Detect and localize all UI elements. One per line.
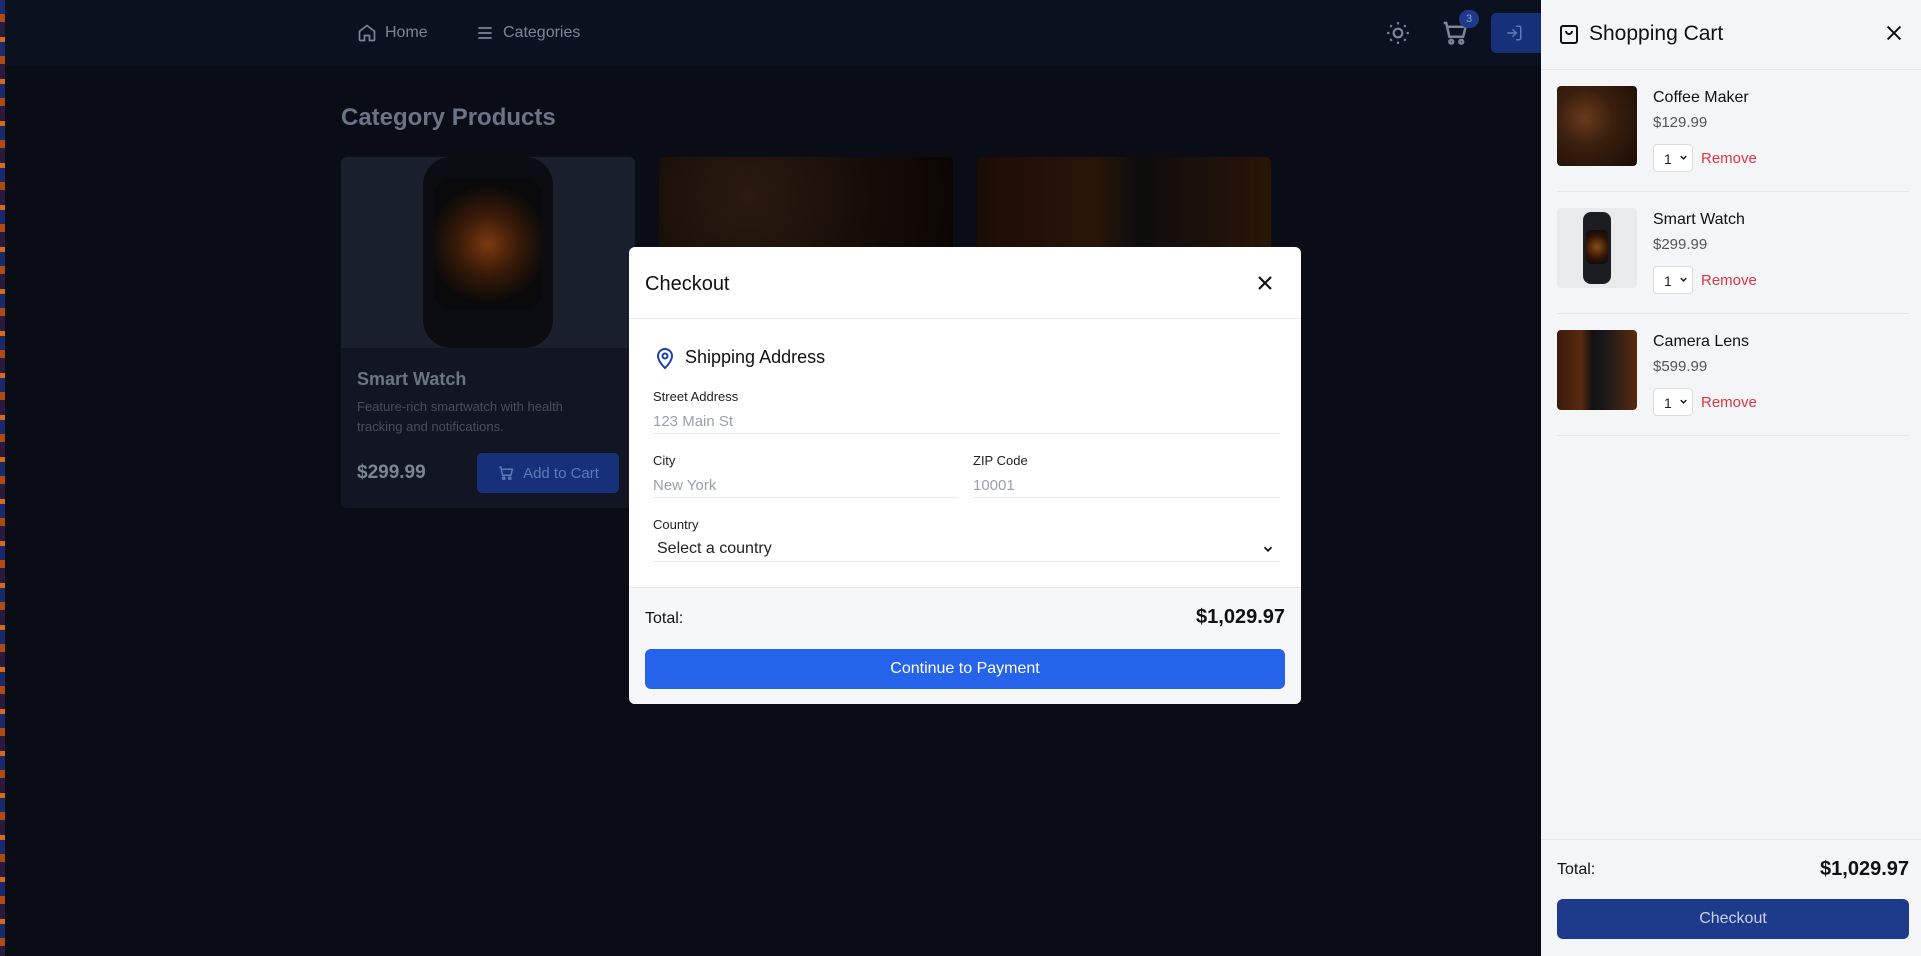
cart-item-image (1557, 86, 1637, 166)
cart-title: Shopping Cart (1589, 22, 1724, 45)
section-title: Shipping Address (685, 347, 826, 367)
shopping-bag-icon (1560, 25, 1578, 44)
product-description: Feature-rich smartwatch with health trac… (357, 399, 563, 434)
cart-item: Coffee Maker $129.99 1 Remove (1557, 70, 1909, 192)
city-label: City (653, 453, 676, 468)
nav-categories-label: Categories (503, 24, 581, 41)
product-name: Smart Watch (357, 369, 467, 389)
quantity-select[interactable]: 1 (1653, 266, 1693, 294)
cart-item-name: Smart Watch (1653, 211, 1745, 228)
continue-to-payment-button[interactable]: Continue to Payment (645, 649, 1285, 689)
sun-icon[interactable] (1385, 20, 1411, 46)
quantity-value: 1 (1664, 395, 1672, 411)
country-select[interactable]: Select a country (653, 532, 1279, 562)
map-pin-icon (656, 348, 674, 370)
product-card (977, 157, 1271, 257)
page-title: Category Products (341, 104, 556, 131)
cart-footer: Total: $1,029.97 Checkout (1541, 839, 1921, 956)
cart-header: Shopping Cart (1541, 0, 1921, 70)
chevron-down-icon (1680, 155, 1687, 160)
add-to-cart-button[interactable]: Add to Cart (477, 453, 619, 493)
cart-total-value: $1,029.97 (1820, 858, 1909, 880)
product-card (659, 157, 953, 257)
city-input[interactable] (653, 468, 957, 498)
remove-button[interactable]: Remove (1701, 150, 1757, 167)
menu-icon (478, 27, 492, 39)
remove-button[interactable]: Remove (1701, 394, 1757, 411)
remove-button[interactable]: Remove (1701, 272, 1757, 289)
modal-header: Checkout (629, 247, 1301, 319)
cart-item: Smart Watch $299.99 1 Remove (1557, 192, 1909, 314)
street-address-input[interactable] (653, 404, 1279, 434)
product-image (341, 157, 635, 348)
quantity-value: 1 (1664, 273, 1672, 289)
shopping-cart-panel: Shopping Cart Coffee Maker $129.99 1 Rem… (1541, 0, 1921, 956)
country-select-value: Select a country (657, 540, 772, 557)
cart-item: Camera Lens $599.99 1 Remove (1557, 314, 1909, 436)
cart-icon (499, 466, 514, 481)
country-label: Country (653, 517, 699, 532)
cart-item-price: $299.99 (1653, 236, 1708, 253)
total-label: Total: (645, 610, 684, 627)
product-card: Smart Watch Feature-rich smartwatch with… (341, 157, 635, 508)
cart-item-price: $129.99 (1653, 114, 1708, 131)
login-icon (1507, 25, 1522, 41)
checkout-modal: Checkout Shipping Address Street Address… (629, 247, 1301, 704)
cart-count-badge: 3 (1459, 10, 1479, 28)
zip-code-input[interactable] (973, 468, 1279, 498)
chevron-down-icon (1680, 277, 1687, 282)
cart-item-image (1557, 330, 1637, 410)
nav-categories[interactable]: Categories (475, 20, 580, 46)
cart-item-price: $599.99 (1653, 358, 1708, 375)
street-label: Street Address (653, 389, 739, 404)
cart-item-image (1557, 208, 1637, 288)
top-navbar: Home Categories 3 (5, 0, 1551, 66)
cart-item-name: Camera Lens (1653, 333, 1750, 350)
nav-home[interactable]: Home (357, 20, 428, 46)
quantity-select[interactable]: 1 (1653, 388, 1693, 416)
chevron-down-icon (1680, 399, 1687, 404)
cart-total-label: Total: (1557, 861, 1596, 878)
quantity-value: 1 (1664, 151, 1672, 167)
total-value: $1,029.97 (1196, 606, 1285, 628)
product-price: $299.99 (357, 462, 426, 483)
cart-item-name: Coffee Maker (1653, 89, 1749, 106)
quantity-select[interactable]: 1 (1653, 144, 1693, 172)
zip-label: ZIP Code (973, 453, 1028, 468)
modal-footer: Total: $1,029.97 Continue to Payment (629, 587, 1301, 704)
chevron-down-icon (1263, 546, 1273, 552)
add-to-cart-label: Add to Cart (523, 464, 599, 482)
checkout-button[interactable]: Checkout (1557, 899, 1909, 939)
close-icon[interactable] (1883, 22, 1905, 44)
modal-title: Checkout (645, 273, 730, 295)
nav-home-label: Home (385, 24, 428, 41)
close-icon[interactable] (1253, 271, 1277, 295)
home-icon (358, 24, 376, 42)
